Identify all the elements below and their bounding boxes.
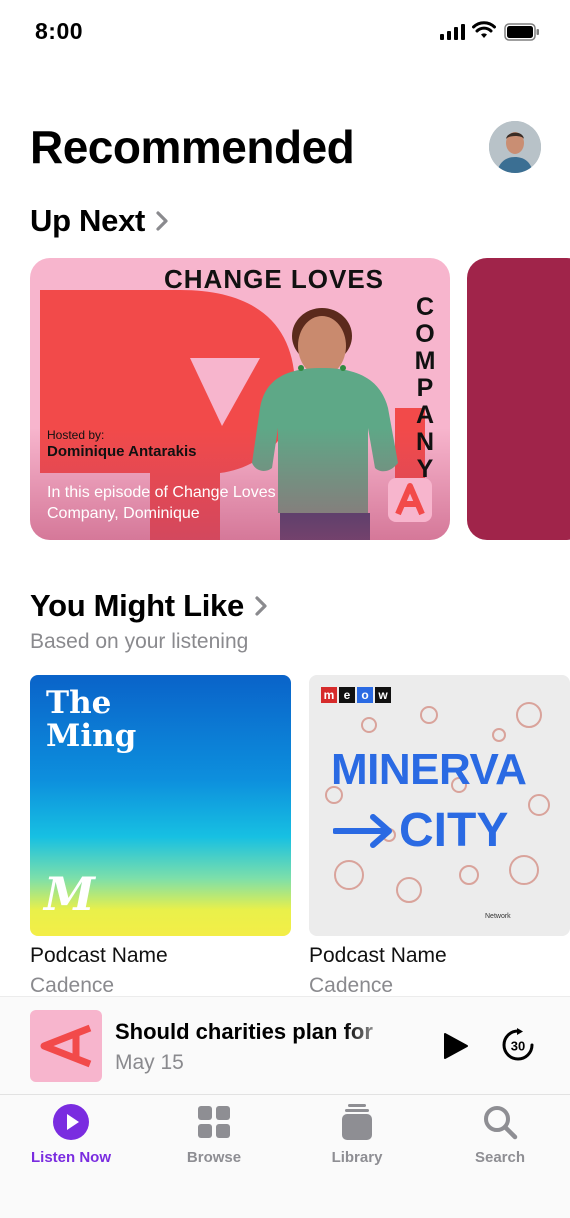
tab-label: Search (474, 1149, 526, 1166)
podcast-name[interactable]: Podcast Name (30, 944, 168, 968)
artwork-title-line: Ming (46, 718, 137, 754)
show-logo-badge (388, 478, 432, 522)
grid-icon (198, 1106, 230, 1138)
you-might-like-title: You Might Like (30, 588, 244, 623)
play-circle-icon (53, 1104, 89, 1140)
skip-forward-button[interactable]: 30 (500, 1027, 536, 1063)
up-next-card[interactable]: CHANGE LOVES C O M P A N Y Hosted by: Do… (30, 258, 450, 540)
artwork-title: MINERVA (331, 745, 527, 794)
artwork-subtitle: CITY (333, 803, 508, 858)
vertical-letter: O (415, 320, 435, 348)
tab-search[interactable]: Search (445, 1103, 555, 1166)
now-playing-date: May 15 (115, 1051, 184, 1074)
hosted-by-label: Hosted by: (47, 428, 105, 442)
tab-bar: Listen Now Browse Library Search (0, 1094, 570, 1218)
artwork-title: The Ming (46, 687, 136, 753)
up-next-card-next[interactable] (467, 258, 570, 540)
battery-icon (504, 23, 539, 41)
library-stack-icon (342, 1104, 372, 1140)
a-logo-icon (40, 1024, 92, 1068)
artwork-title-line: CITY (399, 804, 509, 857)
artwork-mark: M (44, 867, 95, 921)
cellular-signal-icon (440, 24, 465, 40)
artwork-title-line: The (46, 685, 112, 721)
vertical-letter: C (415, 293, 435, 321)
chevron-right-icon (255, 596, 267, 616)
arrow-right-icon (333, 813, 392, 848)
logo-letter: m (321, 687, 337, 703)
now-playing-title: Should charities plan for (115, 1019, 373, 1044)
user-photo-icon (489, 121, 541, 173)
status-bar: 8:00 (0, 0, 570, 60)
skip-seconds: 30 (511, 1039, 525, 1054)
chevron-right-icon (156, 211, 168, 231)
up-next-title: Up Next (30, 203, 146, 238)
tab-library[interactable]: Library (302, 1103, 412, 1166)
tab-label: Library (331, 1149, 383, 1166)
podcast-artwork-the-ming[interactable]: The Ming M (30, 675, 291, 936)
you-might-like-header[interactable]: You Might Like (30, 588, 268, 624)
avatar[interactable] (489, 121, 541, 173)
network-label: Network (485, 913, 511, 920)
host-name: Dominique Antarakis (47, 443, 197, 460)
a-logo-icon (395, 483, 425, 516)
meow-network-logo: m e o w (321, 687, 391, 703)
skip-forward-30-icon: 30 (502, 1028, 534, 1061)
vertical-letter: N (415, 428, 435, 456)
logo-letter: o (357, 687, 373, 703)
search-icon (484, 1106, 518, 1140)
episode-description: In this episode of Change Loves Company,… (47, 484, 276, 522)
up-next-header[interactable]: Up Next (30, 203, 169, 239)
status-time: 8:00 (35, 18, 84, 44)
tab-label: Browse (186, 1149, 242, 1166)
wifi-icon (472, 21, 496, 38)
mini-player[interactable]: Should charities plan for May 15 30 (0, 996, 570, 1094)
play-icon[interactable] (440, 1031, 470, 1061)
you-might-like-subtitle: Based on your listening (30, 630, 249, 653)
vertical-letter: A (415, 401, 435, 429)
podcast-name[interactable]: Podcast Name (309, 944, 447, 968)
logo-letter: w (375, 687, 391, 703)
podcast-cadence: Cadence (30, 974, 115, 997)
now-playing-artwork (30, 1010, 102, 1082)
tab-listen-now[interactable]: Listen Now (16, 1103, 126, 1166)
podcast-artwork-minerva-city[interactable]: m e o w MINERVA CITY Network (309, 675, 570, 936)
show-title-vertical: C O M P A N Y (410, 294, 440, 483)
page-title: Recommended (30, 121, 355, 173)
logo-letter: e (339, 687, 355, 703)
vertical-letter: M (414, 347, 436, 375)
vertical-letter: P (416, 374, 434, 402)
podcast-cadence: Cadence (309, 974, 394, 997)
tab-browse[interactable]: Browse (159, 1103, 269, 1166)
tab-label: Listen Now (30, 1149, 111, 1166)
show-title: CHANGE LOVES (164, 264, 385, 294)
